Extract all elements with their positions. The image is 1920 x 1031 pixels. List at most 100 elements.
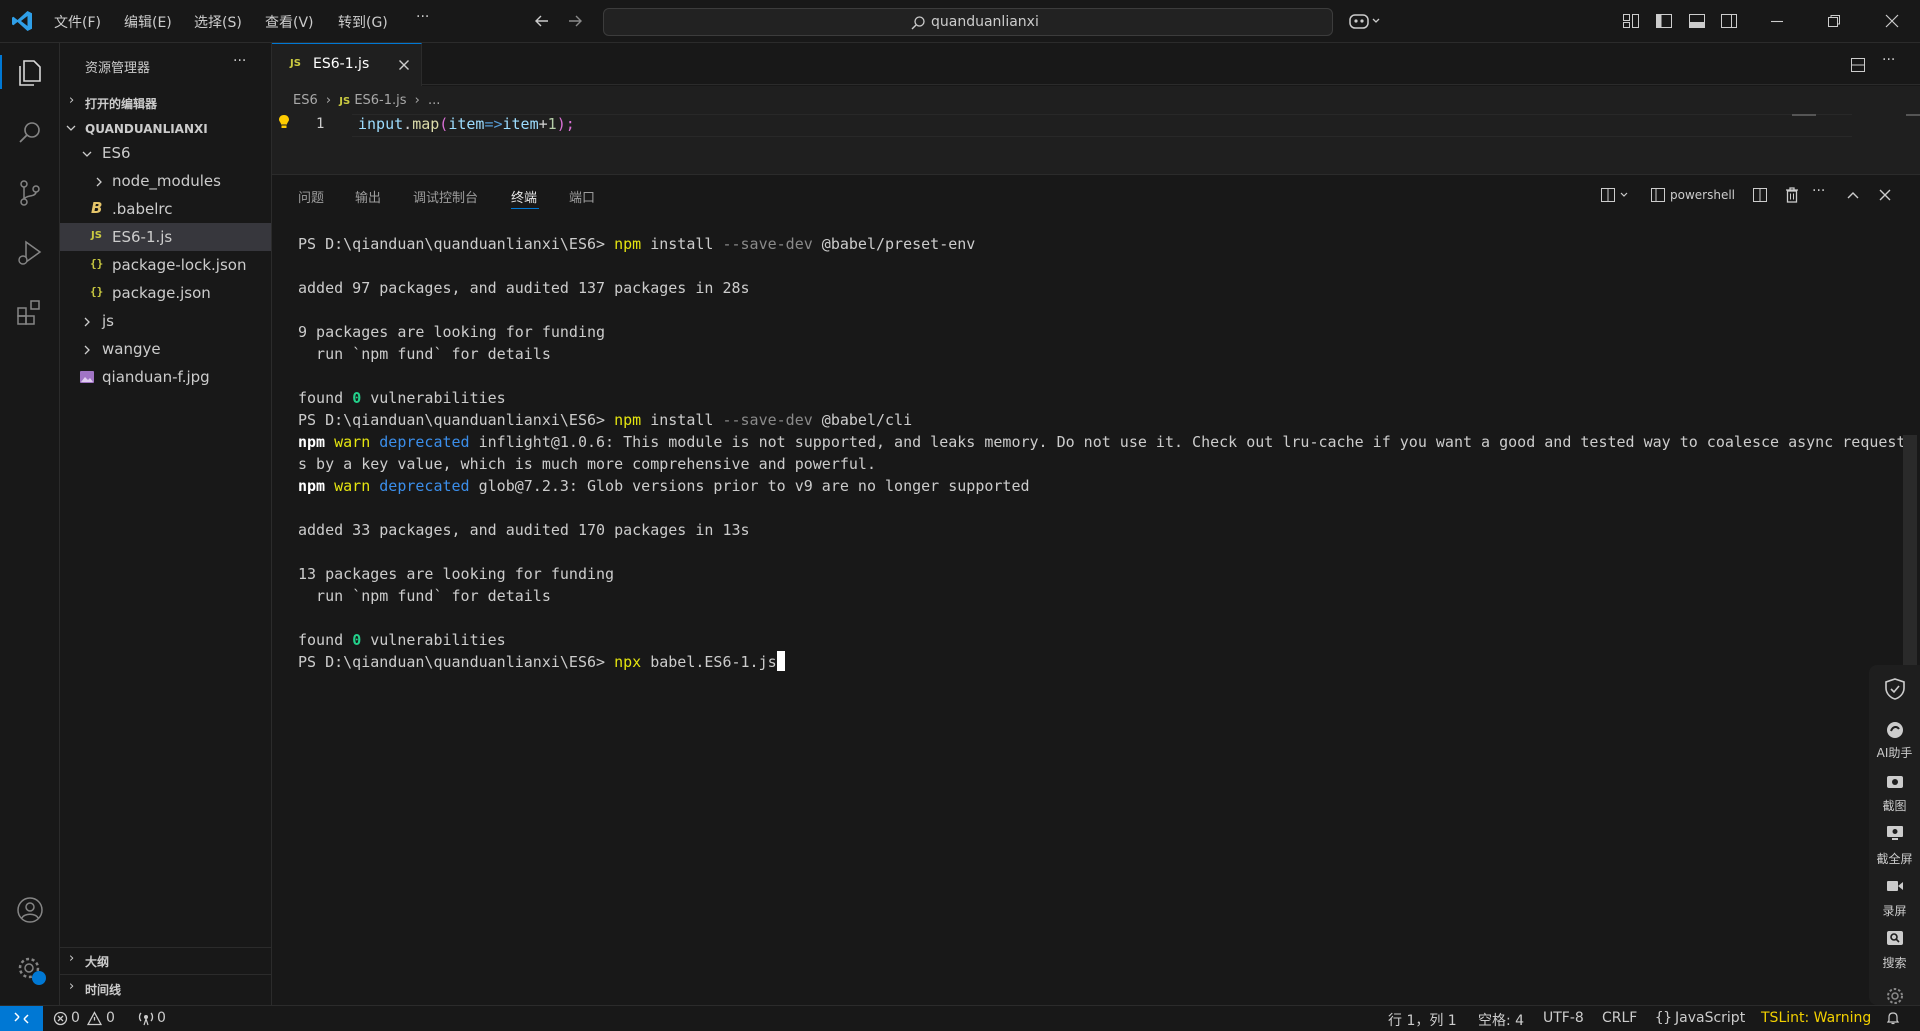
trash-icon[interactable] bbox=[1784, 186, 1800, 204]
tab-debug-console[interactable]: 调试控制台 bbox=[413, 187, 478, 206]
new-terminal-split-icon[interactable] bbox=[1600, 187, 1632, 203]
floating-toolbar: AI助手 截图 截全屏 录屏 搜索 bbox=[1869, 665, 1920, 1005]
split-terminal-icon[interactable] bbox=[1752, 187, 1768, 203]
menu-more-button[interactable]: ··· bbox=[416, 9, 429, 25]
tab-terminal[interactable]: 终端 bbox=[511, 187, 537, 206]
tree-item-es6[interactable]: ES6 bbox=[60, 139, 271, 167]
sidebar-more-button[interactable]: ··· bbox=[233, 53, 246, 69]
terminal-line: s by a key value, which is much more com… bbox=[298, 455, 876, 473]
encoding[interactable]: UTF-8 bbox=[1543, 1010, 1584, 1026]
code-token: + bbox=[538, 115, 548, 133]
split-editor-icon[interactable] bbox=[1849, 56, 1867, 74]
tree-item-es6-1-js[interactable]: JS ES6-1.js bbox=[60, 223, 271, 251]
menu-file[interactable]: 文件(F) bbox=[54, 12, 101, 32]
customize-layout-icon[interactable] bbox=[1622, 12, 1640, 30]
terminal-line: npm warn deprecated inflight@1.0.6: This… bbox=[298, 433, 1906, 451]
search-view-icon[interactable] bbox=[12, 115, 48, 151]
terminal-line: run `npm fund` for details bbox=[298, 345, 551, 363]
editor-tab-bar: ··· bbox=[272, 43, 1920, 85]
tslint-status[interactable]: TSLint: Warning bbox=[1761, 1010, 1871, 1026]
remote-indicator[interactable] bbox=[0, 1006, 43, 1031]
menu-view[interactable]: 查看(V) bbox=[265, 12, 314, 32]
copilot-icon[interactable] bbox=[1348, 10, 1382, 32]
toggle-primary-sidebar-icon[interactable] bbox=[1655, 12, 1673, 30]
ai-assistant-button[interactable]: AI助手 bbox=[1869, 744, 1920, 761]
explorer-icon[interactable] bbox=[12, 55, 48, 91]
explorer-sidebar: 资源管理器 ··· › 打开的编辑器 QUANDUANLIANXI ES6 no… bbox=[60, 43, 272, 1005]
line-ending[interactable]: CRLF bbox=[1602, 1010, 1637, 1026]
code-token: ( bbox=[439, 115, 449, 133]
terminal-instance-icon[interactable] bbox=[1650, 187, 1666, 203]
open-editors-section[interactable]: 打开的编辑器 bbox=[85, 95, 157, 112]
breadcrumb-symbol[interactable]: ... bbox=[428, 93, 440, 108]
workspace-folder[interactable]: QUANDUANLIANXI bbox=[85, 122, 208, 136]
source-control-icon[interactable] bbox=[12, 175, 48, 211]
command-center-label: quanduanlianxi bbox=[931, 14, 1039, 30]
tree-item-babelrc[interactable]: B .babelrc bbox=[60, 195, 271, 223]
panel-more-button[interactable]: ··· bbox=[1812, 183, 1825, 199]
minimize-icon[interactable] bbox=[1768, 12, 1786, 30]
close-panel-icon[interactable] bbox=[1877, 187, 1893, 203]
breadcrumb-folder[interactable]: ES6 bbox=[293, 93, 318, 108]
js-file-icon: JS bbox=[91, 230, 102, 241]
active-indicator bbox=[0, 55, 2, 89]
timeline-section[interactable]: 时间线 bbox=[85, 981, 121, 998]
maximize-panel-icon[interactable] bbox=[1845, 187, 1861, 203]
indentation[interactable]: 空格: 4 bbox=[1478, 1010, 1524, 1030]
tree-item-label: js bbox=[102, 312, 114, 330]
language-mode[interactable]: JavaScript bbox=[1675, 1010, 1745, 1026]
menu-go[interactable]: 转到(G) bbox=[338, 12, 388, 32]
breadcrumb-file[interactable]: ES6-1.js bbox=[354, 93, 406, 108]
accounts-icon[interactable] bbox=[12, 892, 48, 928]
lightbulb-icon[interactable] bbox=[278, 114, 290, 130]
terminal-line: found 0 vulnerabilities bbox=[298, 389, 506, 407]
screenshot-button[interactable]: 截图 bbox=[1869, 797, 1920, 814]
tree-item-package-lock[interactable]: {} package-lock.json bbox=[60, 251, 271, 279]
warning-count[interactable]: 0 bbox=[106, 1010, 115, 1026]
minimap[interactable] bbox=[1792, 114, 1816, 116]
toggle-panel-icon[interactable] bbox=[1688, 12, 1706, 30]
run-debug-icon[interactable] bbox=[12, 235, 48, 271]
editor-more-button[interactable]: ··· bbox=[1882, 52, 1895, 68]
tree-item-qianduan-jpg[interactable]: qianduan-f.jpg bbox=[60, 363, 271, 391]
cursor-position[interactable]: 行 1，列 1 bbox=[1388, 1010, 1457, 1030]
fullscreen-capture-button[interactable]: 截全屏 bbox=[1869, 850, 1920, 867]
terminal-output[interactable]: PS D:\qianduan\quanduanlianxi\ES6> npm i… bbox=[298, 233, 1906, 673]
menu-selection[interactable]: 选择(S) bbox=[194, 12, 242, 32]
tree-item-package-json[interactable]: {} package.json bbox=[60, 279, 271, 307]
braces-icon: {} bbox=[1655, 1010, 1672, 1026]
notifications-bell-icon[interactable] bbox=[1885, 1010, 1901, 1026]
js-file-icon: JS bbox=[290, 58, 301, 69]
tree-item-js-folder[interactable]: js bbox=[60, 307, 271, 335]
back-arrow-icon[interactable] bbox=[533, 12, 551, 30]
toggle-secondary-sidebar-icon[interactable] bbox=[1720, 12, 1738, 30]
gear-icon[interactable] bbox=[1886, 987, 1904, 1005]
tab-ports[interactable]: 端口 bbox=[569, 187, 595, 206]
extensions-icon[interactable] bbox=[12, 295, 48, 331]
code-token: . bbox=[403, 115, 413, 133]
error-count[interactable]: 0 bbox=[71, 1010, 80, 1026]
menu-edit[interactable]: 编辑(E) bbox=[124, 12, 172, 32]
code-line[interactable]: input.map(item=>item+1); bbox=[358, 115, 575, 133]
command-center-search[interactable]: quanduanlianxi bbox=[603, 8, 1333, 36]
forward-arrow-icon[interactable] bbox=[566, 12, 584, 30]
outline-section[interactable]: 大纲 bbox=[85, 953, 109, 970]
close-tab-icon[interactable] bbox=[396, 57, 412, 73]
terminal-shell-name[interactable]: powershell bbox=[1670, 188, 1735, 202]
tab-output[interactable]: 输出 bbox=[355, 187, 381, 206]
tree-item-wangye-folder[interactable]: wangye bbox=[60, 335, 271, 363]
editor-area[interactable]: ES6 › JS ES6-1.js › ... 1 input.map(item… bbox=[272, 86, 1920, 174]
record-screen-button[interactable]: 录屏 bbox=[1869, 902, 1920, 919]
tree-item-node-modules[interactable]: node_modules bbox=[60, 167, 271, 195]
shield-icon[interactable] bbox=[1883, 677, 1907, 701]
search-tool-button[interactable]: 搜索 bbox=[1869, 954, 1920, 971]
code-token: input bbox=[358, 115, 404, 133]
manage-gear-icon[interactable] bbox=[12, 951, 48, 987]
close-window-icon[interactable] bbox=[1883, 12, 1901, 30]
tab-es6-1-js[interactable]: JS ES6-1.js bbox=[272, 43, 422, 86]
ports-count[interactable]: 0 bbox=[157, 1010, 166, 1026]
tab-problems[interactable]: 问题 bbox=[298, 187, 324, 206]
restore-icon[interactable] bbox=[1825, 12, 1843, 30]
